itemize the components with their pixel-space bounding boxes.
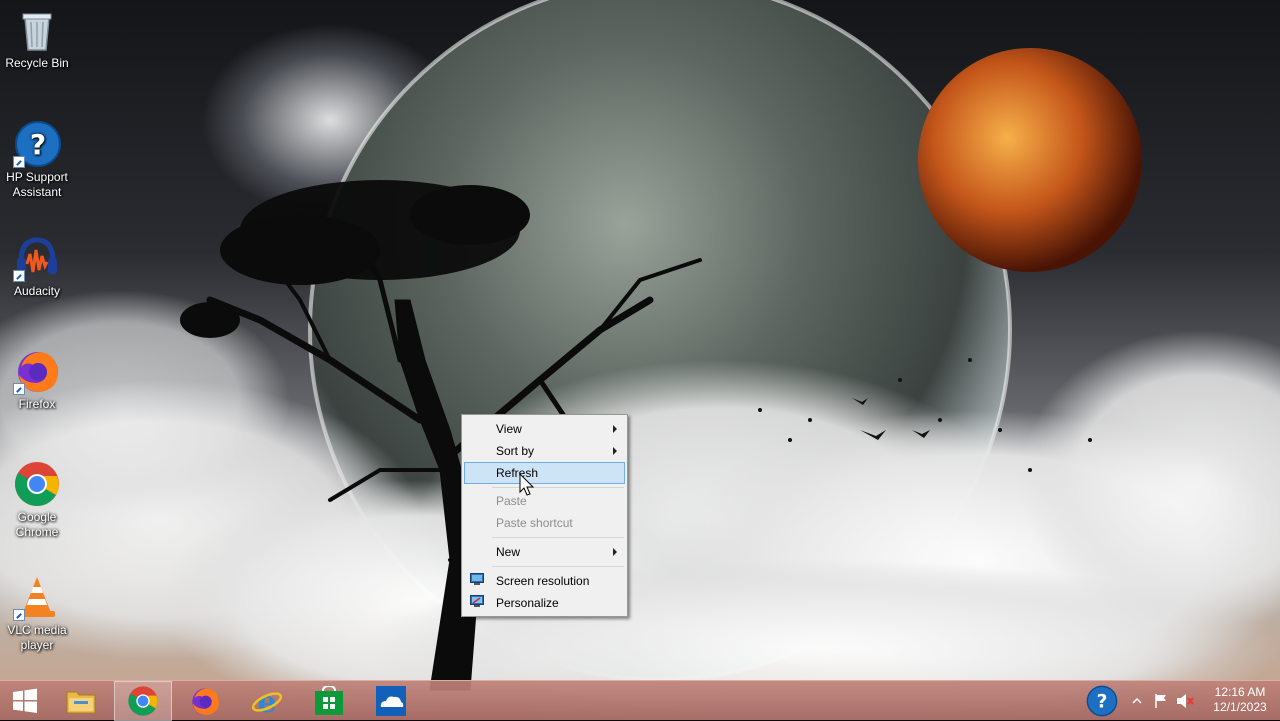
desktop-icon-label: Google Chrome — [15, 510, 59, 539]
start-button[interactable] — [0, 681, 50, 721]
desktop-icon-firefox[interactable]: Firefox — [0, 347, 74, 412]
flag-icon — [1155, 694, 1166, 708]
taskbar-internet-explorer[interactable]: e — [238, 681, 296, 721]
vlc-cone-icon — [13, 573, 61, 621]
desktop-icon-label: Firefox — [18, 397, 56, 411]
tray-clock[interactable]: 12:16 AM 12/1/2023 — [1208, 685, 1272, 715]
desktop-icon-label: Recycle Bin — [5, 56, 69, 70]
wallpaper-artwork — [0, 0, 1280, 720]
svg-text:?: ? — [1097, 692, 1108, 713]
menu-item-paste[interactable]: Paste — [464, 490, 625, 512]
chevron-up-icon — [1132, 697, 1142, 704]
audacity-icon — [13, 234, 61, 282]
mouse-pointer-icon — [519, 473, 535, 496]
onedrive-icon — [376, 686, 406, 716]
svg-text:?: ? — [30, 128, 46, 161]
taskbar-file-explorer[interactable] — [52, 681, 110, 721]
shortcut-arrow-icon — [13, 156, 25, 168]
clock-date: 12/1/2023 — [1213, 700, 1267, 714]
menu-separator — [492, 487, 624, 488]
desktop-context-menu: View Sort by Refresh Paste Paste shortcu… — [461, 414, 628, 617]
help-question-icon: ? — [1086, 685, 1118, 717]
menu-item-label: New — [496, 545, 521, 559]
menu-item-label: View — [496, 422, 522, 436]
desktop-icon-recycle-bin[interactable]: Recycle Bin — [0, 6, 74, 71]
shortcut-arrow-icon — [13, 383, 25, 395]
submenu-arrow-icon — [613, 548, 617, 556]
recycle-bin-icon — [13, 6, 61, 54]
desktop-icon-label: VLC media player — [7, 623, 67, 652]
desktop-icon-label: Audacity — [13, 284, 61, 298]
tray-volume[interactable] — [1174, 681, 1196, 721]
desktop-icon-hp-support-assistant[interactable]: ? HP Support Assistant — [0, 120, 74, 200]
taskbar: e ? 12:16 AM 12/1/2023 — [0, 680, 1280, 721]
menu-separator — [492, 537, 624, 538]
desktop-icon-vlc-media-player[interactable]: VLC media player — [0, 573, 74, 653]
desktop-icon-audacity[interactable]: Audacity — [0, 234, 74, 299]
taskbar-store[interactable] — [300, 681, 358, 721]
tray-help[interactable]: ? — [1084, 681, 1120, 721]
submenu-arrow-icon — [613, 425, 617, 433]
menu-item-personalize[interactable]: Personalize — [464, 592, 625, 614]
shortcut-arrow-icon — [13, 609, 25, 621]
desktop-wallpaper[interactable] — [0, 0, 1280, 720]
menu-item-label: Personalize — [496, 596, 559, 610]
menu-item-new[interactable]: New — [464, 541, 625, 563]
chrome-icon — [128, 686, 158, 716]
menu-item-refresh[interactable]: Refresh — [464, 462, 625, 484]
taskbar-firefox[interactable] — [176, 681, 234, 721]
personalize-icon — [470, 595, 484, 607]
tray-action-center[interactable] — [1150, 681, 1172, 721]
folder-icon — [66, 691, 96, 714]
help-question-icon: ? — [13, 120, 61, 168]
firefox-icon — [13, 347, 61, 395]
store-icon — [315, 686, 343, 715]
tray-show-hidden-icons[interactable] — [1128, 681, 1146, 721]
desktop-icon-label: HP Support Assistant — [6, 170, 68, 199]
windows-logo-icon — [13, 688, 37, 713]
firefox-icon — [192, 688, 219, 715]
submenu-arrow-icon — [613, 447, 617, 455]
speaker-muted-icon — [1177, 694, 1194, 708]
shortcut-arrow-icon — [13, 270, 25, 282]
menu-item-screen-resolution[interactable]: Screen resolution — [464, 570, 625, 592]
menu-item-label: Sort by — [496, 444, 535, 458]
chrome-icon — [13, 460, 61, 508]
clock-time: 12:16 AM — [1214, 685, 1266, 699]
screen-resolution-icon — [470, 573, 484, 585]
taskbar-onedrive[interactable] — [362, 681, 420, 721]
svg-text:e: e — [257, 685, 276, 717]
menu-separator — [492, 566, 624, 567]
menu-item-paste-shortcut[interactable]: Paste shortcut — [464, 512, 625, 534]
ie-icon: e — [251, 685, 283, 717]
menu-item-label: Screen resolution — [496, 574, 590, 588]
desktop-icon-google-chrome[interactable]: Google Chrome — [0, 460, 74, 540]
menu-item-sort-by[interactable]: Sort by — [464, 440, 625, 462]
taskbar-google-chrome[interactable] — [114, 681, 172, 721]
menu-item-label: Paste shortcut — [496, 516, 573, 530]
menu-item-view[interactable]: View — [464, 418, 625, 440]
